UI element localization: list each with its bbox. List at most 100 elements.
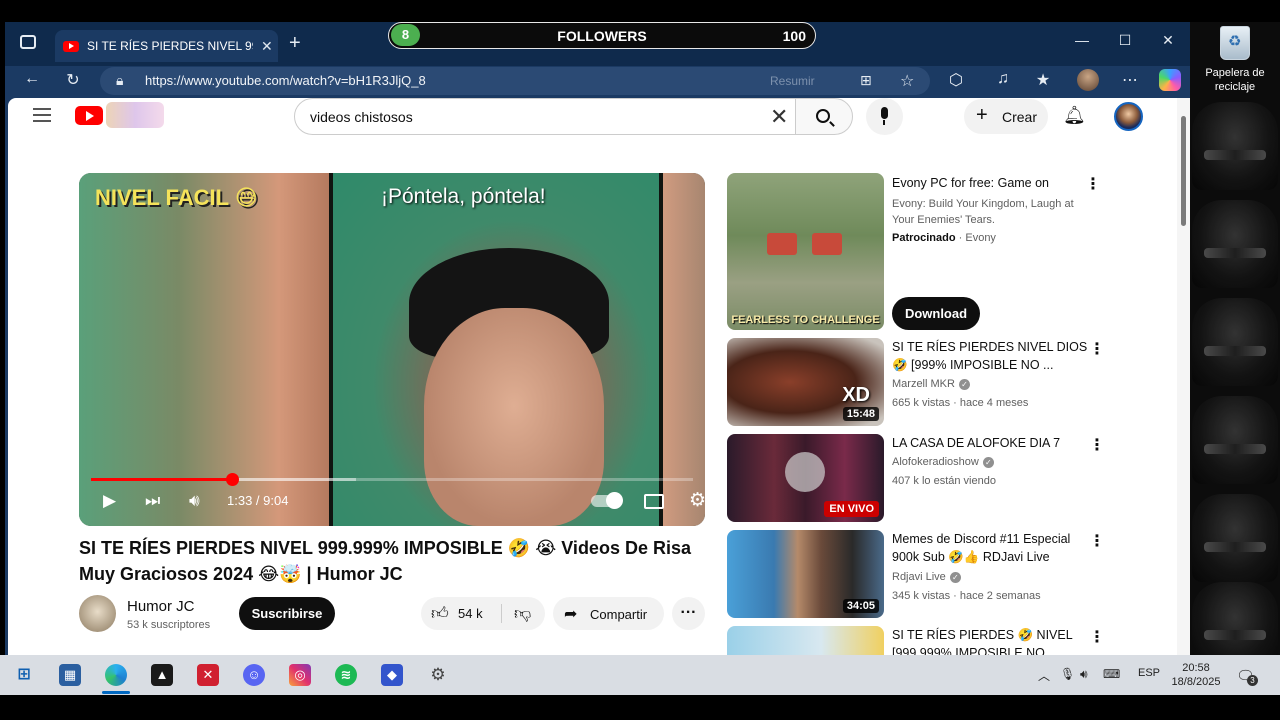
video-thumbnail[interactable]: EN VIVO [727, 434, 884, 522]
video-frame-left [79, 173, 329, 526]
share-button[interactable]: ➦ Compartir [553, 597, 664, 630]
create-button[interactable]: + Crear [964, 99, 1048, 134]
notifications-bell-icon[interactable]: 🔔︎ [1063, 105, 1086, 126]
new-tab-icon[interactable]: + [289, 32, 301, 55]
desktop-wallpaper-car [1192, 102, 1278, 190]
favorites-icon[interactable]: ★ [1032, 70, 1054, 90]
video-title-link[interactable]: Memes de Discord #11 Especial 900k Sub 🤣… [892, 530, 1092, 566]
settings-gear-icon[interactable]: ⚙ [689, 489, 705, 512]
tab-close-icon[interactable]: ✕ [261, 38, 273, 55]
video-options-icon[interactable]: ⋮ [1089, 627, 1105, 647]
voice-search-mic-icon[interactable] [866, 98, 903, 135]
maximize-icon[interactable]: ☐ [1115, 32, 1135, 49]
store-icon[interactable]: ▦ [59, 664, 81, 686]
video-options-icon[interactable]: ⋮ [1089, 531, 1105, 551]
spotify-icon[interactable]: ≋ [335, 664, 357, 686]
user-avatar[interactable] [1114, 102, 1143, 131]
video-options-icon[interactable]: ⋮ [1089, 435, 1105, 455]
video-title-link[interactable]: SI TE RÍES PIERDES 🤣 NIVEL [999.999% IMP… [892, 626, 1092, 655]
hamburger-menu-icon[interactable] [33, 108, 51, 122]
summarize-label[interactable]: Resumir [770, 74, 815, 88]
video-overlay-text-center: ¡Póntela, póntela! [381, 185, 546, 208]
x-app-icon[interactable]: ✕ [197, 664, 219, 686]
close-window-icon[interactable]: ✕ [1158, 32, 1178, 49]
subtitles-icon[interactable] [644, 494, 664, 509]
ad-thumbnail-caption: FEARLESS TO CHALLENGE [731, 314, 880, 326]
navigation-bar: ← ↻ 🔒︎ https://www.youtube.com/watch?v=b… [5, 66, 1190, 98]
language-indicator[interactable]: ESP [1138, 667, 1160, 679]
youtube-logo-icon[interactable] [75, 106, 103, 125]
search-input[interactable] [310, 109, 730, 125]
channel-avatar[interactable] [79, 595, 116, 632]
video-title-link[interactable]: SI TE RÍES PIERDES NIVEL DIOS 🤣 [999% IM… [892, 338, 1092, 374]
ad-title[interactable]: Evony PC for free: Game on [892, 174, 1092, 192]
edge-browser-icon[interactable] [105, 664, 127, 686]
autoplay-toggle[interactable] [591, 492, 623, 509]
refresh-icon[interactable]: ↻ [62, 70, 84, 90]
ad-options-icon[interactable]: ⋮ [1085, 174, 1101, 194]
video-duration: 34:05 [842, 599, 879, 613]
channel-name[interactable]: Marzell MKR [892, 378, 955, 390]
instagram-icon[interactable]: ◎ [289, 664, 311, 686]
like-thumb-icon[interactable]: 👍︎ [431, 603, 449, 624]
favorite-star-icon[interactable]: ☆ [900, 71, 914, 91]
dislike-thumb-icon[interactable]: 👎︎ [514, 603, 531, 624]
more-actions-icon[interactable]: ··· [672, 597, 705, 630]
verified-check-icon: ✓ [949, 571, 961, 583]
desktop-wallpaper-car [1192, 396, 1278, 484]
settings-gear-icon[interactable]: ⚙ [427, 664, 449, 686]
windows-start-icon[interactable]: ⊞ [13, 664, 35, 686]
video-player[interactable]: NIVEL FACIL 😅 ¡Póntela, póntela! ▶ ⏭︎ 🔊︎… [79, 173, 705, 526]
keyboard-icon[interactable]: ⌨ [1103, 667, 1120, 681]
app-icon[interactable]: ▲ [151, 664, 173, 686]
recycle-bin-icon [1220, 26, 1250, 60]
search-button[interactable] [795, 98, 853, 135]
clock[interactable]: 20:58 18/8/2025 [1170, 661, 1222, 689]
desktop-background: Papelera de reciclaje [1190, 22, 1280, 655]
lock-icon[interactable]: 🔒︎ [116, 72, 123, 89]
page-scrollbar[interactable] [1177, 98, 1190, 655]
address-bar[interactable]: 🔒︎ https://www.youtube.com/watch?v=bH1R3… [100, 67, 930, 95]
video-meta: 665 k vistas · hace 4 meses [892, 397, 1029, 409]
back-icon[interactable]: ← [21, 70, 43, 88]
recycle-bin-shortcut[interactable]: Papelera de reciclaje [1190, 26, 1280, 94]
search-box[interactable]: ✕ [294, 98, 796, 135]
play-icon[interactable]: ▶ [103, 491, 116, 511]
volume-icon[interactable]: 🔊︎ [189, 491, 200, 511]
roblox-icon[interactable]: ◆ [381, 664, 403, 686]
more-menu-icon[interactable]: ⋯ [1119, 70, 1141, 90]
video-thumbnail[interactable]: XD 15:48 [727, 338, 884, 426]
youtube-doodle[interactable] [106, 102, 164, 128]
progress-bar[interactable] [91, 478, 693, 481]
subscribe-button[interactable]: Suscribirse [239, 597, 335, 630]
live-badge: EN VIVO [824, 501, 879, 517]
ad-thumbnail[interactable]: FEARLESS TO CHALLENGE [727, 173, 884, 330]
tray-chevron-icon[interactable]: ︿ [1038, 667, 1050, 684]
tab-actions-icon[interactable] [20, 35, 36, 49]
video-title-link[interactable]: LA CASA DE ALOFOKE DIA 7 [892, 434, 1092, 452]
split-screen-icon[interactable]: ♫ [992, 70, 1014, 88]
channel-name[interactable]: Rdjavi Live [892, 571, 946, 583]
next-icon[interactable]: ⏭︎ [145, 491, 160, 511]
copilot-icon[interactable] [1159, 69, 1181, 91]
minimize-icon[interactable]: — [1072, 32, 1092, 48]
browser-window: SI TE RÍES PIERDES NIVEL 999.999 ✕ + 8 F… [5, 22, 1190, 655]
discord-icon[interactable]: ☺ [243, 664, 265, 686]
scrollbar-thumb[interactable] [1181, 116, 1186, 226]
tab-youtube[interactable]: SI TE RÍES PIERDES NIVEL 999.999 ✕ [55, 30, 278, 62]
channel-name[interactable]: Humor JC [127, 598, 195, 615]
microphone-icon[interactable]: 🎙︎ [1060, 667, 1075, 681]
clear-search-icon[interactable]: ✕ [770, 104, 788, 130]
apps-icon[interactable]: ⊞ [860, 72, 872, 89]
like-count[interactable]: 54 k [458, 606, 483, 621]
extensions-icon[interactable]: ⬡ [945, 70, 967, 90]
channel-name[interactable]: Alofokeradioshow [892, 456, 979, 468]
download-button[interactable]: Download [892, 297, 980, 330]
video-thumbnail[interactable]: 34:05 [727, 530, 884, 618]
speaker-icon[interactable]: 🔊︎ [1080, 667, 1088, 682]
search-icon [816, 109, 830, 123]
profile-avatar[interactable] [1077, 69, 1099, 91]
video-options-icon[interactable]: ⋮ [1089, 339, 1105, 359]
video-duration: 15:48 [842, 407, 879, 421]
video-thumbnail[interactable] [727, 626, 884, 655]
